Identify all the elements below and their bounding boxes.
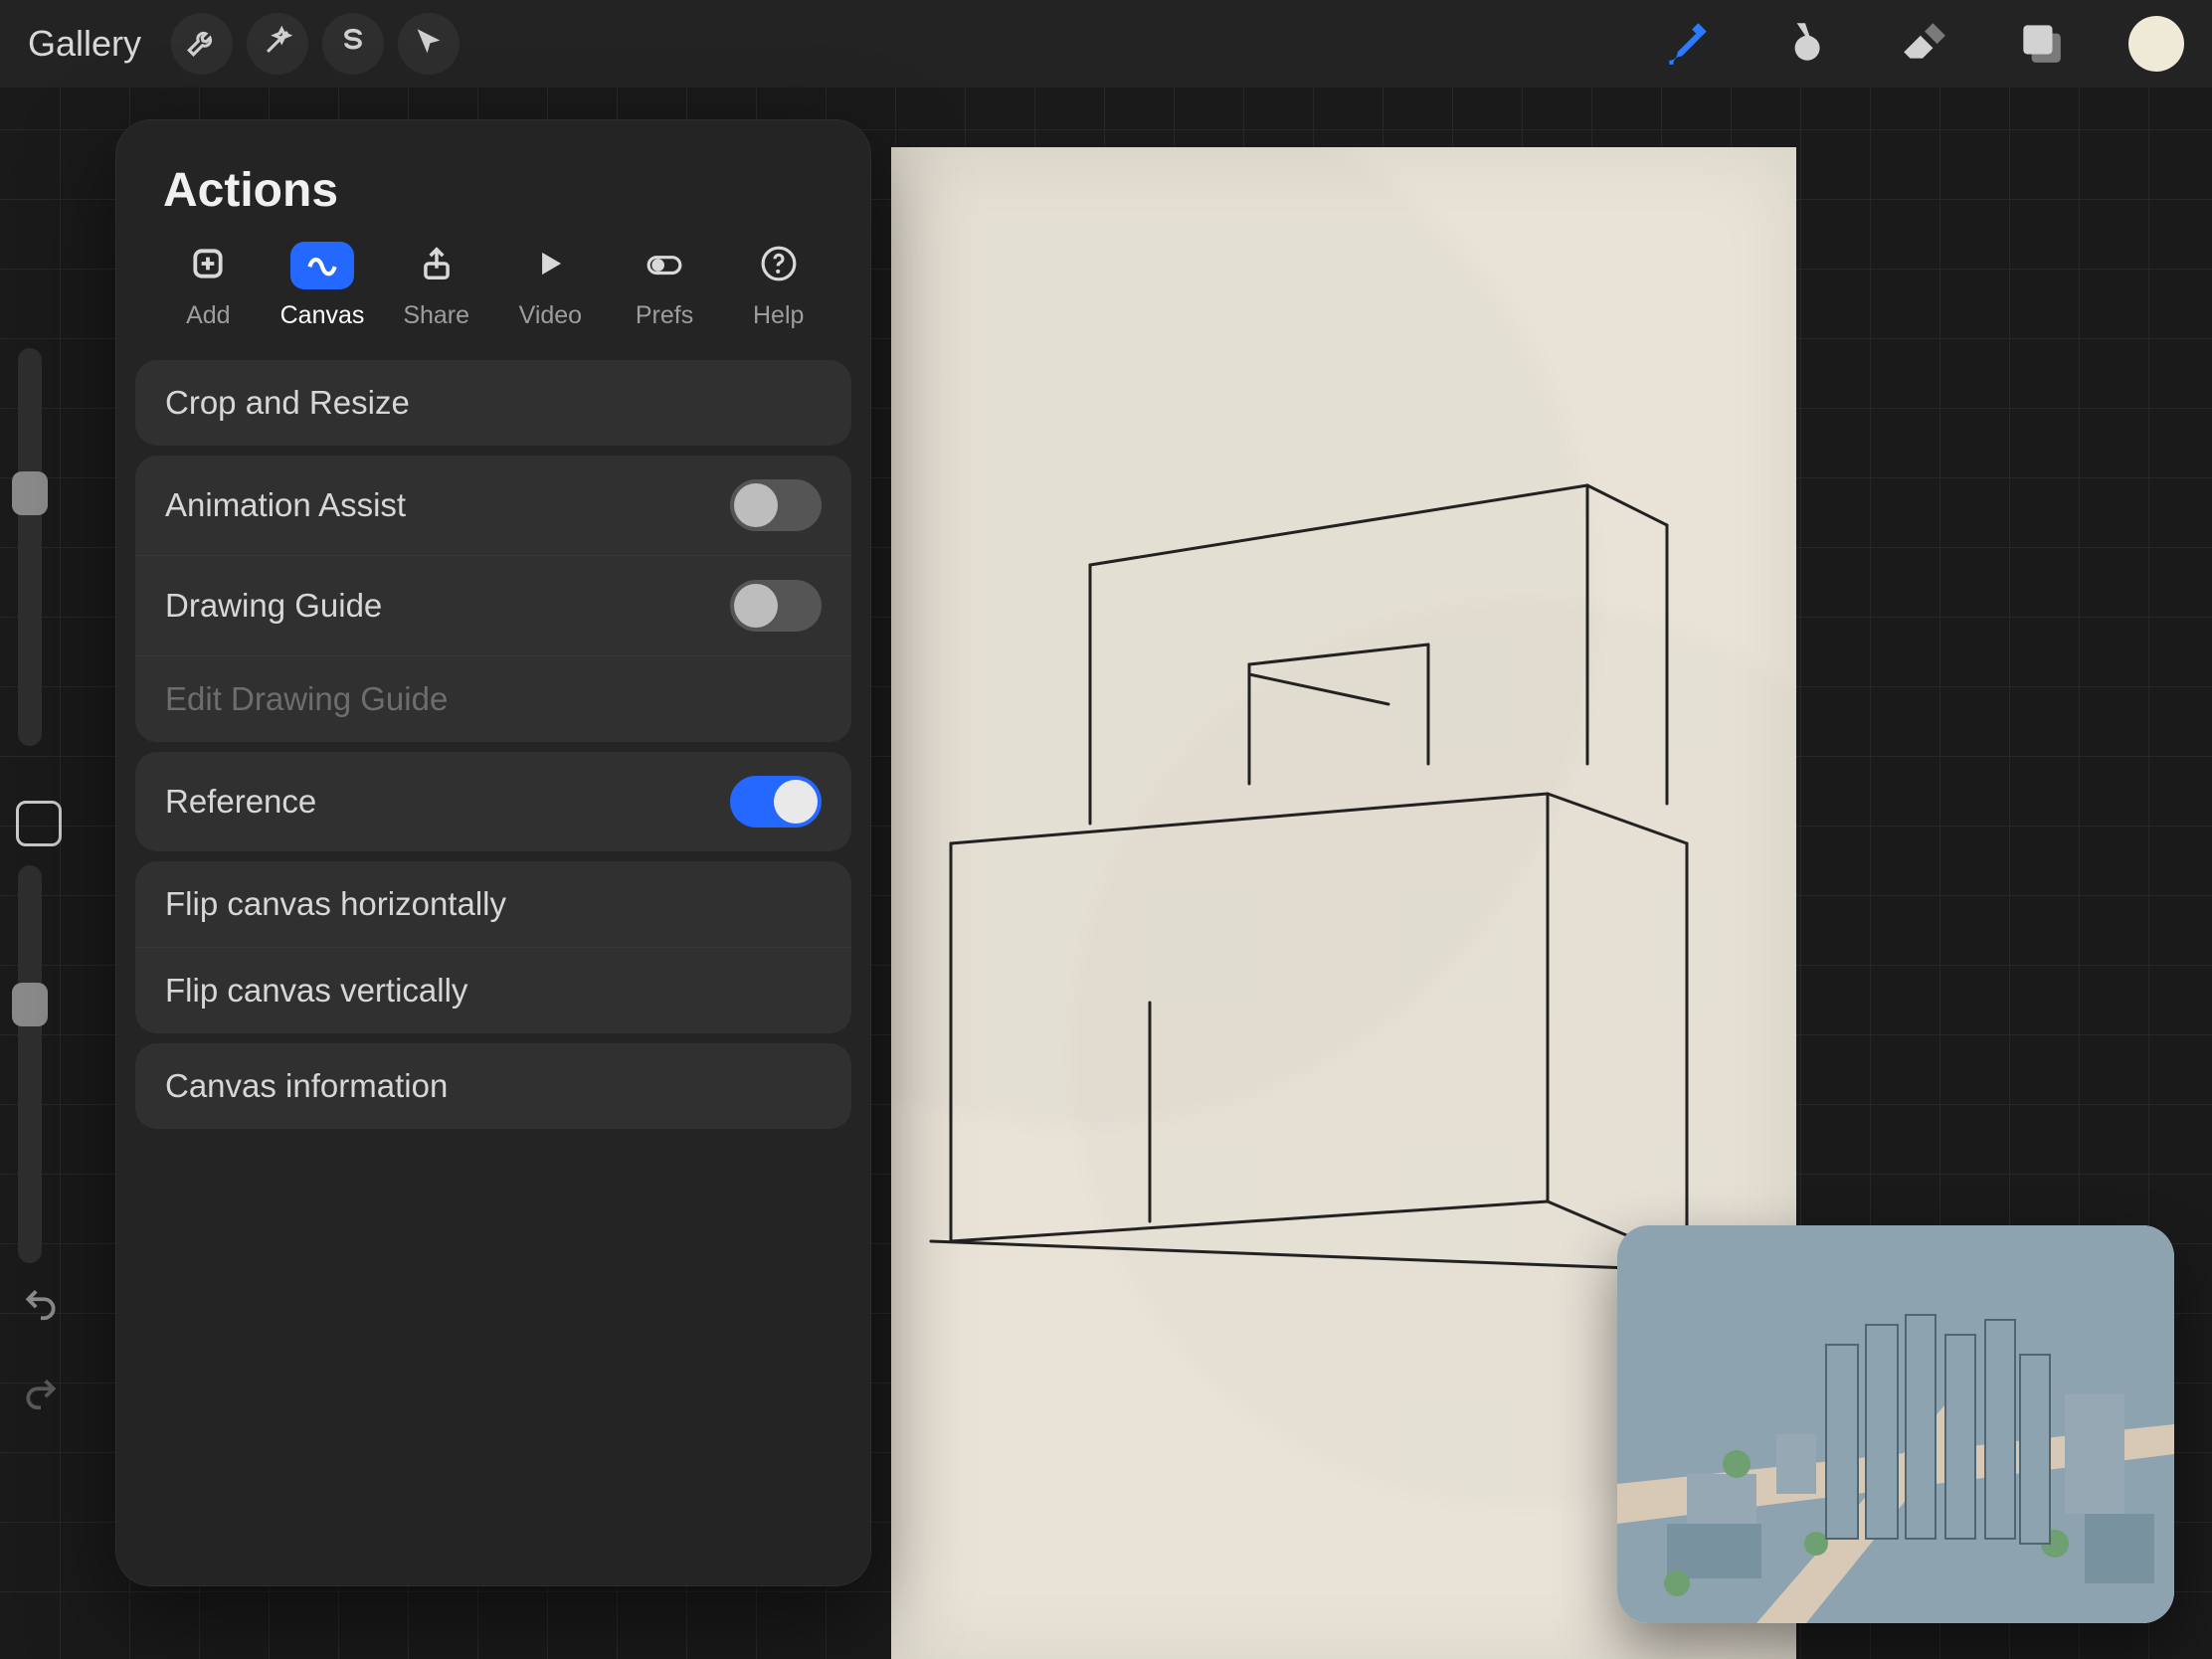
add-icon [189,245,227,287]
actions-popover: Actions Add Canvas Share Video Prefs Hel… [115,119,871,1586]
reference-window[interactable] [1617,1225,2174,1623]
tab-video[interactable]: Video [493,242,608,330]
selection-button[interactable] [322,13,384,75]
adjustments-button[interactable] [247,13,308,75]
gallery-button[interactable]: Gallery [28,23,141,65]
row-label: Crop and Resize [165,384,410,422]
row-crop-and-resize[interactable]: Crop and Resize [135,360,851,446]
selection-s-icon [336,25,370,64]
tab-label: Canvas [280,301,365,330]
toggle-drawing-guide[interactable] [730,580,822,632]
row-animation-assist[interactable]: Animation Assist [135,456,851,555]
row-canvas-information[interactable]: Canvas information [135,1043,851,1129]
layers-icon [2015,17,2065,72]
row-drawing-guide[interactable]: Drawing Guide [135,555,851,655]
tab-label: Prefs [636,301,693,330]
row-label: Drawing Guide [165,587,382,625]
row-label: Animation Assist [165,486,406,524]
cursor-arrow-icon [412,25,446,64]
layers-tool[interactable] [2011,15,2069,73]
tab-label: Help [753,301,804,330]
toggle-reference[interactable] [730,776,822,828]
tab-help[interactable]: Help [721,242,835,330]
toolbar-right-group [1659,15,2184,73]
tab-label: Add [186,301,230,330]
actions-title: Actions [115,163,871,242]
actions-button[interactable] [171,13,233,75]
eraser-icon [1898,17,1947,72]
modify-button[interactable] [16,801,62,846]
toolbar-left-group [171,13,460,75]
row-label: Flip canvas vertically [165,972,467,1010]
undo-button[interactable] [18,1283,64,1329]
smudge-icon [1780,17,1830,72]
undo-icon [22,1285,60,1328]
actions-tab-bar: Add Canvas Share Video Prefs Help [115,242,871,360]
tab-prefs[interactable]: Prefs [608,242,722,330]
row-reference[interactable]: Reference [135,752,851,851]
brush-size-thumb[interactable] [12,471,48,515]
toggle-animation-assist[interactable] [730,479,822,531]
row-edit-drawing-guide: Edit Drawing Guide [135,655,851,742]
tab-share[interactable]: Share [379,242,493,330]
tab-label: Share [403,301,469,330]
eraser-tool[interactable] [1894,15,1951,73]
reference-image [1617,1225,2174,1623]
redo-icon [22,1375,60,1417]
row-label: Reference [165,783,316,821]
play-icon [531,245,569,287]
toggle-icon [645,245,683,287]
brush-tool[interactable] [1659,15,1717,73]
brush-size-slider[interactable] [18,348,42,746]
redo-button[interactable] [18,1373,64,1418]
tab-add[interactable]: Add [151,242,266,330]
canvas-icon [303,245,341,287]
brush-opacity-slider[interactable] [18,865,42,1263]
row-flip-horizontal[interactable]: Flip canvas horizontally [135,861,851,947]
smudge-tool[interactable] [1776,15,1834,73]
row-label: Canvas information [165,1067,448,1105]
help-icon [760,245,798,287]
row-label: Flip canvas horizontally [165,885,506,923]
row-flip-vertical[interactable]: Flip canvas vertically [135,947,851,1033]
color-picker[interactable] [2128,16,2184,72]
brush-opacity-thumb[interactable] [12,983,48,1026]
row-label: Edit Drawing Guide [165,680,448,718]
transform-button[interactable] [398,13,460,75]
wand-icon [261,25,294,64]
tab-canvas[interactable]: Canvas [266,242,380,330]
wrench-icon [185,25,219,64]
top-toolbar: Gallery [0,0,2212,88]
tab-label: Video [519,301,583,330]
brush-icon [1663,17,1713,72]
share-icon [418,245,456,287]
